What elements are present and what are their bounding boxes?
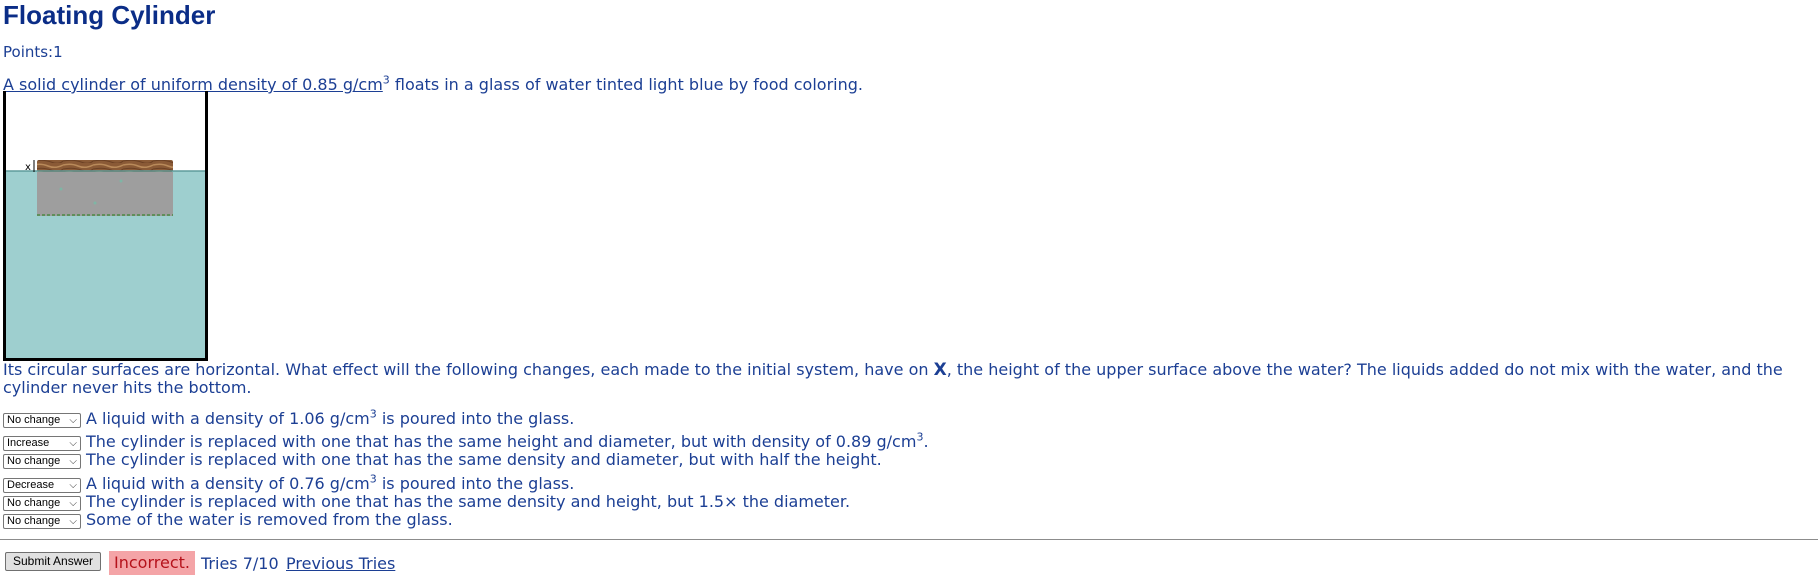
question-text: Its circular surfaces are horizontal. Wh… [3, 360, 1783, 397]
item-text: A liquid with a density of 1.06 g/cm [86, 409, 370, 428]
answer-select[interactable]: Decrease ⌵ [3, 478, 81, 493]
previous-tries-link[interactable]: Previous Tries [286, 554, 395, 573]
answer-select[interactable]: No change ⌵ [3, 454, 81, 469]
list-item: Increase ⌵ The cylinder is replaced with o… [3, 432, 929, 451]
list-item: No change ⌵ The cylinder is replaced with … [3, 451, 882, 469]
cylinder-top [37, 160, 173, 172]
chevron-down-icon: ⌵ [69, 438, 77, 449]
answer-select[interactable]: Increase ⌵ [3, 436, 81, 451]
list-item: No change ⌵ A liquid with a density of 1.0… [3, 407, 574, 428]
item-text: The cylinder is replaced with one that h… [86, 492, 851, 511]
list-item: No change ⌵ Some of the water is removed f… [3, 511, 453, 529]
cylinder-submerged [37, 172, 173, 216]
x-marker: x [25, 162, 31, 173]
list-item: No change ⌵ The cylinder is replaced with … [3, 493, 850, 511]
chevron-down-icon: ⌵ [69, 456, 77, 467]
item-text: A liquid with a density of 0.76 g/cm [86, 474, 370, 493]
chevron-down-icon: ⌵ [69, 415, 77, 426]
points-label: Points:1 [3, 43, 63, 61]
chevron-down-icon: ⌵ [69, 480, 77, 491]
tries-counter: Tries 7/10 [201, 554, 279, 573]
divider [0, 539, 1818, 540]
variable-x: X [933, 360, 947, 380]
answer-select[interactable]: No change ⌵ [3, 413, 81, 428]
chevron-down-icon: ⌵ [69, 498, 77, 509]
intro-text-continued: floats in a glass of water tinted light … [389, 75, 863, 94]
intro-superscript: 3 [382, 73, 390, 87]
item-superscript: 3 [369, 472, 377, 486]
item-text: The cylinder is replaced with one that h… [86, 450, 882, 469]
chevron-down-icon: ⌵ [69, 516, 77, 527]
cylinder-figure: x [3, 91, 208, 361]
submit-answer-button[interactable]: Submit Answer [5, 552, 102, 571]
answer-select[interactable]: No change ⌵ [3, 514, 81, 529]
item-superscript: 3 [369, 407, 377, 421]
page-title: Floating Cylinder [3, 0, 216, 30]
answer-select[interactable]: No change ⌵ [3, 496, 81, 511]
item-text: The cylinder is replaced with one that h… [86, 432, 917, 451]
list-item: Decrease ⌵ A liquid with a density of 0.76… [3, 472, 574, 493]
item-text: Some of the water is removed from the gl… [86, 510, 453, 529]
status-badge: Incorrect. [109, 551, 195, 575]
